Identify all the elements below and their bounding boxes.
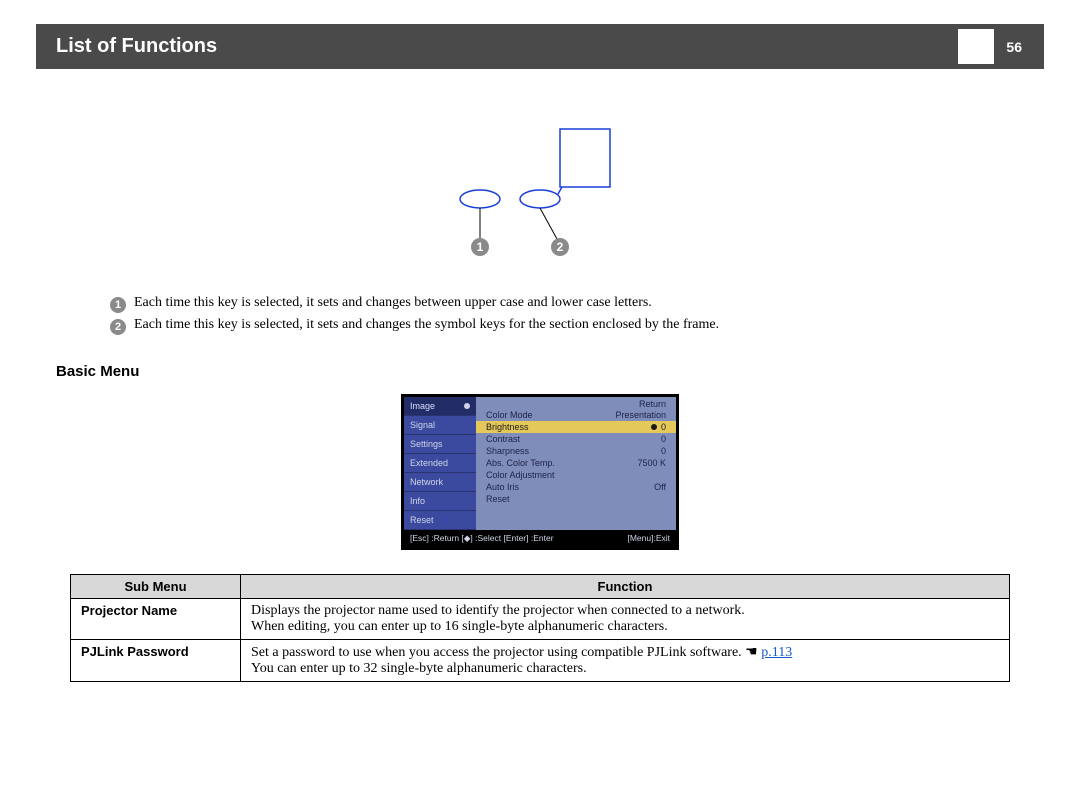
menu-row-coloradj: Color Adjustment	[486, 470, 555, 480]
menu-row-contrast: Contrast	[486, 434, 520, 444]
table-row: PJLink Password Set a password to use wh…	[71, 640, 1010, 682]
table-row: Projector Name Displays the projector na…	[71, 599, 1010, 640]
menu-side-reset: Reset	[410, 515, 434, 525]
page-number: 56	[1006, 39, 1022, 55]
svg-text:1: 1	[477, 240, 484, 254]
callout-notes: 1 Each time this key is selected, it set…	[110, 295, 1010, 335]
menu-side-signal: Signal	[410, 420, 435, 430]
menu-bottom-right: [Menu]:Exit	[627, 533, 670, 544]
section-heading-basic-menu: Basic Menu	[56, 363, 1010, 380]
menu-side-image: Image	[410, 401, 435, 411]
note-text-2: Each time this key is selected, it sets …	[134, 317, 719, 333]
menu-side-info: Info	[410, 496, 425, 506]
menu-row-reset: Reset	[486, 494, 510, 504]
table-header-submenu: Sub Menu	[71, 575, 241, 599]
menu-row-colormode: Color Mode	[486, 410, 533, 420]
table-sub-pjlink: PJLink Password	[71, 640, 241, 682]
note-text-1: Each time this key is selected, it sets …	[134, 295, 652, 311]
menu-row-sharpness: Sharpness	[486, 446, 529, 456]
menu-side-settings: Settings	[410, 439, 443, 449]
menu-return-label: Return	[476, 399, 676, 409]
page-title: List of Functions	[56, 35, 217, 58]
page-header: List of Functions 56	[36, 24, 1044, 69]
callout-diagram: 1 2	[70, 99, 1010, 289]
svg-text:2: 2	[557, 240, 564, 254]
menu-bottom-left: [Esc] :Return [◆] :Select [Enter] :Enter	[410, 533, 554, 544]
menu-sidebar: Image Signal Settings Extended Network I…	[404, 397, 476, 530]
diagram-svg: 1 2	[410, 99, 670, 289]
header-placeholder-box	[958, 29, 994, 64]
menu-row-autoiris: Auto Iris	[486, 482, 519, 492]
menu-screenshot: Image Signal Settings Extended Network I…	[70, 394, 1010, 550]
page-link-p113[interactable]: p.113	[761, 645, 792, 660]
table-header-function: Function	[241, 575, 1010, 599]
note-number-1: 1	[110, 297, 126, 313]
selected-dot-icon	[464, 403, 470, 409]
menu-bottom-bar: [Esc] :Return [◆] :Select [Enter] :Enter…	[404, 530, 676, 547]
table-func-pjlink: Set a password to use when you access th…	[241, 640, 1010, 682]
menu-row-brightness: Brightness	[486, 422, 529, 432]
menu-row-colortemp: Abs. Color Temp.	[486, 458, 555, 468]
selected-dot-icon	[651, 424, 657, 430]
table-sub-projector-name: Projector Name	[71, 599, 241, 640]
menu-side-network: Network	[410, 477, 443, 487]
menu-side-extended: Extended	[410, 458, 448, 468]
note-number-2: 2	[110, 319, 126, 335]
pointer-icon: ☛	[745, 644, 758, 661]
table-func-projector-name: Displays the projector name used to iden…	[241, 599, 1010, 640]
menu-content: Return Color ModePresentation Brightness…	[476, 397, 676, 530]
functions-table: Sub Menu Function Projector Name Display…	[70, 574, 1010, 682]
